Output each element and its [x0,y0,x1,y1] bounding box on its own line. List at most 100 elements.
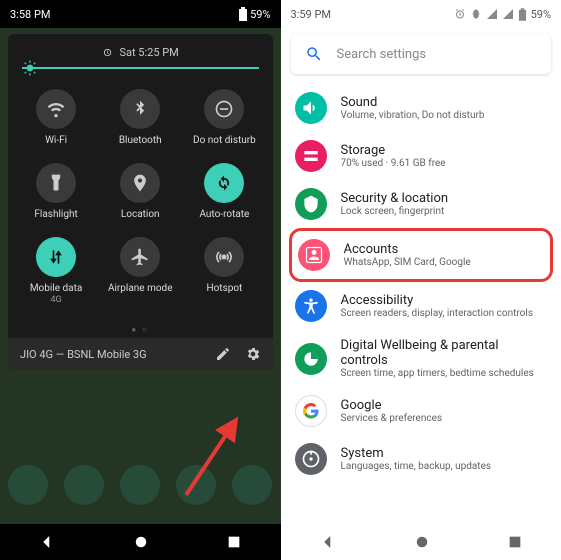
qs-tile-wifi[interactable]: Wi-Fi [14,81,98,155]
status-battery: 59% [531,8,551,21]
nav-home-icon[interactable] [132,533,150,551]
settings-item-system[interactable]: SystemLanguages, time, backup, updates [289,435,554,483]
qs-tile-airplane[interactable]: Airplane mode [98,229,182,313]
carrier-text: JIO 4G — BSNL Mobile 3G [20,348,147,361]
home-dock-background [0,450,281,520]
qs-tile-dnd[interactable]: Do not disturb [182,81,266,155]
alarm-icon [454,8,466,20]
alarm-icon [102,47,113,58]
item-subtitle: WhatsApp, SIM Card, Google [344,257,545,268]
tile-label: Bluetooth [119,135,162,147]
mobiledata-icon [36,237,76,277]
sound-icon [295,92,327,124]
debug-icon [470,8,482,20]
settings-item-security[interactable]: Security & locationLock screen, fingerpr… [289,180,554,228]
signal-icon [486,8,498,20]
status-time: 3:58 PM [10,8,50,21]
tile-label: Mobile data [30,283,83,295]
item-title: Accounts [344,242,545,257]
nav-bar [0,524,281,560]
tile-label: Flashlight [34,209,77,221]
item-title: Accessibility [341,293,548,308]
phone-left-quicksettings: 3:58 PM 59% Sat 5:25 PM Wi-Fi Bluetooth Do… [0,0,281,560]
item-subtitle: Volume, vibration, Do not disturb [341,110,548,121]
security-icon [295,188,327,220]
gear-icon[interactable] [245,346,261,362]
tile-label: Do not disturb [193,135,256,147]
status-bar: 3:59 PM 59% [281,0,561,28]
qs-tile-grid: Wi-Fi Bluetooth Do not disturb Flashlight Lo… [8,77,273,321]
autorotate-icon [204,163,244,203]
carrier-row: JIO 4G — BSNL Mobile 3G [8,338,273,370]
settings-item-wellbeing[interactable]: Digital Wellbeing & parental controlsScr… [289,330,554,387]
qs-tile-location[interactable]: Location [98,155,182,229]
nav-bar [281,524,561,560]
status-time: 3:59 PM [291,8,331,21]
nav-recent-icon[interactable] [226,534,242,550]
page-indicator: ● ○ [8,321,273,338]
accessibility-icon [295,290,327,322]
system-icon [295,443,327,475]
settings-item-sound[interactable]: SoundVolume, vibration, Do not disturb [289,84,554,132]
item-title: Security & location [341,191,548,206]
brightness-thumb[interactable] [22,60,38,76]
status-right: 59% [454,8,551,21]
nav-back-icon[interactable] [38,533,56,551]
quick-settings-panel: Sat 5:25 PM Wi-Fi Bluetooth Do not disturb… [8,34,273,370]
battery-icon [518,8,527,21]
bluetooth-icon [120,89,160,129]
storage-icon [295,140,327,172]
tile-label: Auto-rotate [199,209,249,221]
tile-label: Airplane mode [108,283,173,295]
google-icon [295,395,327,427]
tile-label: Hotspot [206,283,242,295]
dnd-icon [204,89,244,129]
item-title: Digital Wellbeing & parental controls [341,338,548,368]
search-settings[interactable]: Search settings [291,34,552,74]
phone-right-settings: 3:59 PM 59% Search settings SoundVolume,… [281,0,561,560]
wifi-icon [36,89,76,129]
nav-recent-icon[interactable] [507,534,523,550]
item-title: Google [341,398,548,413]
qs-tile-flashlight[interactable]: Flashlight [14,155,98,229]
item-title: Sound [341,95,548,110]
settings-item-storage[interactable]: Storage70% used · 9.61 GB free [289,132,554,180]
wellbeing-icon [295,343,327,375]
qs-tile-mobiledata[interactable]: Mobile data4G [14,229,98,313]
item-subtitle: Languages, time, backup, updates [341,461,548,472]
status-right: 59% [238,7,270,21]
nav-back-icon[interactable] [319,533,337,551]
qs-tile-hotspot[interactable]: Hotspot [182,229,266,313]
item-subtitle: Services & preferences [341,413,548,424]
search-placeholder: Search settings [337,47,427,62]
qs-tile-autorotate[interactable]: Auto-rotate [182,155,266,229]
edit-icon[interactable] [215,346,231,362]
location-icon [120,163,160,203]
nav-home-icon[interactable] [413,533,431,551]
tile-label: Wi-Fi [45,135,67,147]
accounts-icon [298,239,330,271]
item-title: System [341,446,548,461]
qs-tile-bluetooth[interactable]: Bluetooth [98,81,182,155]
battery-icon [238,7,248,21]
settings-item-accessibility[interactable]: AccessibilityScreen readers, display, in… [289,282,554,330]
settings-item-accounts[interactable]: AccountsWhatsApp, SIM Card, Google [289,228,554,282]
item-title: Storage [341,143,548,158]
qs-clock[interactable]: Sat 5:25 PM [8,42,273,67]
item-subtitle: Screen readers, display, interaction con… [341,308,548,319]
settings-item-google[interactable]: GoogleServices & preferences [289,387,554,435]
tile-sublabel: 4G [50,295,61,305]
item-subtitle: 70% used · 9.61 GB free [341,158,548,169]
item-subtitle: Screen time, app timers, bedtime schedul… [341,368,548,379]
airplane-icon [120,237,160,277]
item-subtitle: Lock screen, fingerprint [341,206,548,217]
signal-icon [502,8,514,20]
settings-list: SoundVolume, vibration, Do not disturbSt… [281,84,561,483]
tile-label: Location [121,209,160,221]
search-icon [305,45,323,63]
hotspot-icon [204,237,244,277]
status-battery: 59% [250,8,270,21]
flashlight-icon [36,163,76,203]
brightness-slider[interactable] [8,67,273,77]
status-bar: 3:58 PM 59% [0,0,281,28]
